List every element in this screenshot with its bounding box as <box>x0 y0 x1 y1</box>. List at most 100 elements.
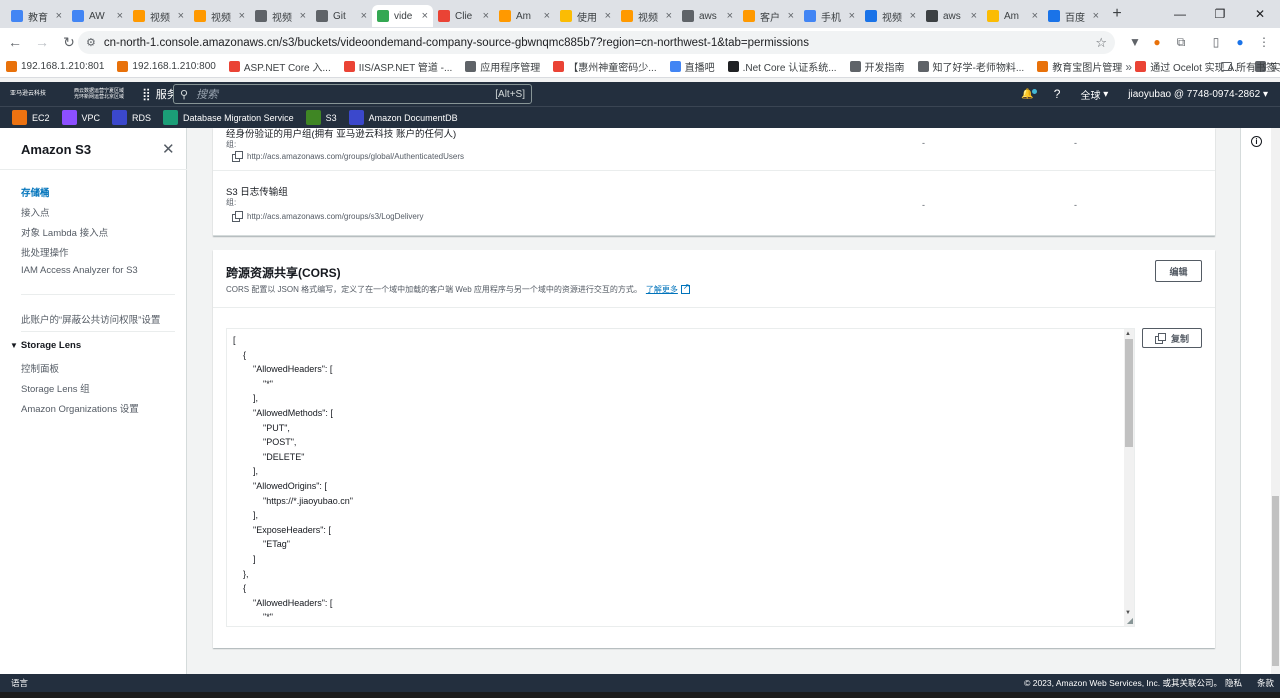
tab-close-icon[interactable]: × <box>1093 10 1099 22</box>
grantee-uri[interactable]: http://acs.amazonaws.com/groups/s3/LogDe… <box>232 211 424 222</box>
tab-close-icon[interactable]: × <box>727 10 733 22</box>
aws-logo[interactable]: 亚马逊云科技 <box>10 91 70 97</box>
sidebar-item-access-points[interactable]: 接入点 <box>21 205 50 219</box>
tab-close-icon[interactable]: × <box>300 10 306 22</box>
info-icon[interactable]: i <box>1251 136 1262 147</box>
region-menu[interactable]: 全球 ▾ <box>1080 87 1108 102</box>
tab-close-icon[interactable]: × <box>849 10 855 22</box>
page-scrollbar-thumb[interactable] <box>1272 496 1279 666</box>
bookmark-star-icon[interactable]: ☆ <box>1095 35 1107 51</box>
new-tab-icon[interactable]: + <box>1106 3 1128 25</box>
browser-tab[interactable]: 视频 × <box>128 5 189 27</box>
tab-close-icon[interactable]: × <box>788 10 794 22</box>
sidebar-item-lens-groups[interactable]: Storage Lens 组 <box>21 381 90 395</box>
browser-tab[interactable]: 视频 × <box>616 5 677 27</box>
browser-menu-icon[interactable]: ⋮ <box>1253 30 1275 54</box>
browser-tab[interactable]: aws × <box>921 5 982 27</box>
copy-button[interactable]: 复制 <box>1142 328 1202 348</box>
edit-button[interactable]: 编辑 <box>1155 260 1202 282</box>
sidepanel-icon[interactable]: ▯ <box>1205 30 1227 54</box>
favorite-service[interactable]: S3 <box>305 110 337 125</box>
account-menu[interactable]: jiaoyubao @ 7748-0974-2862 ▾ <box>1128 89 1268 100</box>
browser-tab[interactable]: Clie × <box>433 5 494 27</box>
learn-more-link[interactable]: 了解更多 <box>646 284 678 295</box>
tab-close-icon[interactable]: × <box>666 10 672 22</box>
sidebar-item-buckets[interactable]: 存储桶 <box>21 185 50 199</box>
bookmark-item[interactable]: 直播吧 <box>669 59 715 74</box>
favorite-service[interactable]: Database Migration Service <box>163 110 294 125</box>
copy-icon[interactable] <box>232 211 243 222</box>
external-link-icon[interactable] <box>680 282 690 294</box>
all-bookmarks[interactable]: 所有书签 <box>1221 59 1276 74</box>
back-icon[interactable]: ← <box>3 30 27 54</box>
browser-tab[interactable]: 使用 × <box>555 5 616 27</box>
browser-tab[interactable]: Am × <box>494 5 555 27</box>
sidebar-item-object-lambda[interactable]: 对象 Lambda 接入点 <box>21 225 108 239</box>
search-input[interactable]: ⚲ 搜索 [Alt+S] <box>173 84 532 104</box>
forward-icon[interactable]: → <box>30 30 54 54</box>
sidebar-group-storage-lens[interactable]: ▼ Storage Lens <box>10 340 81 351</box>
restore-icon[interactable]: ❐ <box>1200 0 1240 28</box>
tab-close-icon[interactable]: × <box>910 10 916 22</box>
more-bookmarks-icon[interactable]: » <box>1125 60 1132 74</box>
bookmark-item[interactable]: 192.168.1.210:800 <box>117 61 216 72</box>
grantee-uri[interactable]: http://acs.amazonaws.com/groups/global/A… <box>232 151 464 162</box>
scroll-up-icon[interactable]: ▲ <box>1125 331 1131 337</box>
browser-tab[interactable]: 客户 × <box>738 5 799 27</box>
bookmark-item[interactable]: 教育宝图片管理 <box>1037 59 1122 74</box>
browser-tab[interactable]: Git × <box>311 5 372 27</box>
extensions-puzzle-icon[interactable]: ⧉ <box>1170 30 1192 54</box>
browser-tab[interactable]: 教育 × <box>6 5 67 27</box>
bookmark-item[interactable]: 知了好学-老师物料... <box>917 59 1024 74</box>
tab-close-icon[interactable]: × <box>483 10 489 22</box>
browser-tab[interactable]: AW × <box>67 5 128 27</box>
tab-close-icon[interactable]: × <box>178 10 184 22</box>
sidebar-item-dashboards[interactable]: 控制面板 <box>21 361 59 375</box>
extension-fox-icon[interactable]: ● <box>1146 30 1168 54</box>
browser-tab[interactable]: vide × <box>372 5 433 27</box>
bookmark-item[interactable]: IIS/ASP.NET 管道 -... <box>343 59 452 74</box>
bookmark-item[interactable]: 应用程序管理 <box>465 59 540 74</box>
address-bar[interactable]: ⚙ cn-north-1.console.amazonaws.cn/s3/buc… <box>78 31 1115 54</box>
extension-icon[interactable]: ▼ <box>1124 30 1146 54</box>
notifications-bell-icon[interactable]: 🔔 <box>1021 88 1037 100</box>
terms-link[interactable]: 条款 <box>1257 677 1274 689</box>
scrollbar-thumb[interactable] <box>1125 339 1133 447</box>
browser-tab[interactable]: 百度 × <box>1043 5 1104 27</box>
tab-close-icon[interactable]: × <box>1032 10 1038 22</box>
bookmark-item[interactable]: .Net Core 认证系统... <box>727 59 837 74</box>
favorite-service[interactable]: EC2 <box>12 110 50 125</box>
tab-close-icon[interactable]: × <box>971 10 977 22</box>
bookmark-item[interactable]: ASP.NET Core 入... <box>228 59 331 74</box>
sidebar-item-iam-analyzer[interactable]: IAM Access Analyzer for S3 <box>21 265 138 276</box>
tab-close-icon[interactable]: × <box>239 10 245 22</box>
page-scrollbar[interactable] <box>1271 128 1280 674</box>
close-icon[interactable]: ✕ <box>162 140 175 158</box>
bookmark-item[interactable]: 开发指南 <box>849 59 905 74</box>
sidebar-item-organizations[interactable]: Amazon Organizations 设置 <box>21 401 139 415</box>
favorite-service[interactable]: Amazon DocumentDB <box>348 110 458 125</box>
language-selector[interactable]: 语言 <box>11 677 28 689</box>
privacy-link[interactable]: 隐私 <box>1225 677 1242 689</box>
browser-tab[interactable]: aws × <box>677 5 738 27</box>
code-scrollbar[interactable]: ▲ ▼ <box>1124 329 1134 626</box>
browser-tab[interactable]: 视频 × <box>189 5 250 27</box>
browser-tab[interactable]: 视频 × <box>860 5 921 27</box>
sidebar-item-batch-operations[interactable]: 批处理操作 <box>21 245 69 259</box>
profile-icon[interactable]: ● <box>1229 30 1251 54</box>
help-icon[interactable]: ? <box>1054 87 1061 101</box>
bookmark-item[interactable]: 【惠州神童密码少... <box>553 59 657 74</box>
favorite-service[interactable]: VPC <box>61 110 100 125</box>
minimize-icon[interactable]: — <box>1160 0 1200 28</box>
cors-json-viewer[interactable]: [ { "AllowedHeaders": [ "*" ], "AllowedM… <box>226 328 1135 627</box>
browser-tab[interactable]: 手机 × <box>799 5 860 27</box>
bookmark-item[interactable]: 192.168.1.210:801 <box>6 61 104 72</box>
tab-close-icon[interactable]: × <box>605 10 611 22</box>
favorite-service[interactable]: RDS <box>112 110 151 125</box>
browser-tab[interactable]: Am × <box>982 5 1043 27</box>
resize-handle-icon[interactable]: ◢ <box>1127 616 1133 625</box>
copy-icon[interactable] <box>232 151 243 162</box>
tab-close-icon[interactable]: × <box>361 10 367 22</box>
tab-close-icon[interactable]: × <box>544 10 550 22</box>
tab-close-icon[interactable]: × <box>117 10 123 22</box>
